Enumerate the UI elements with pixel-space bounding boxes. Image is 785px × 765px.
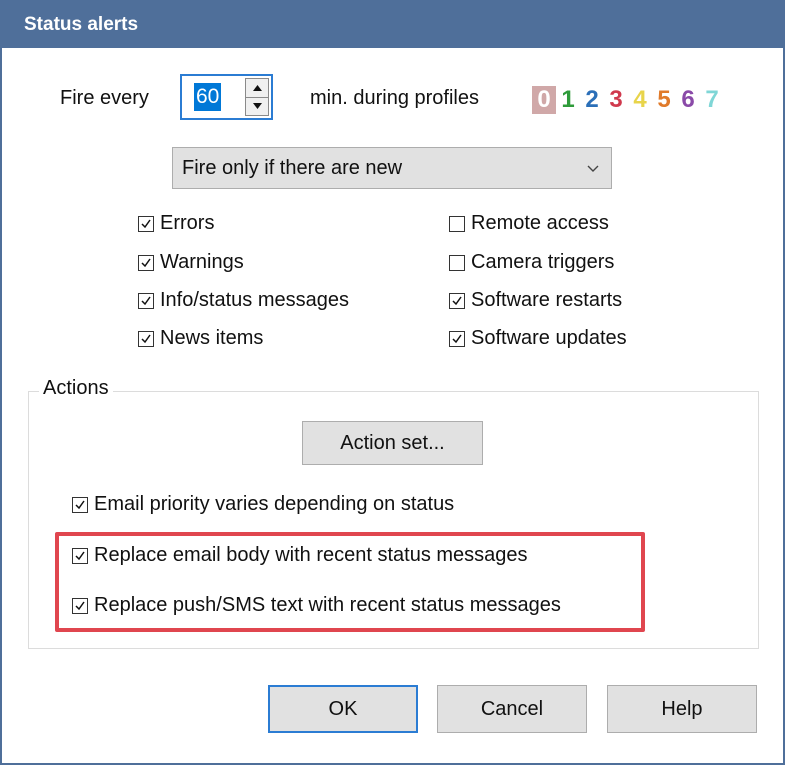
check-box bbox=[449, 330, 465, 347]
spinner-buttons bbox=[245, 78, 269, 116]
profile-4[interactable]: 4 bbox=[628, 86, 652, 114]
checkbox-camera-triggers[interactable]: Camera triggers bbox=[449, 251, 614, 274]
help-button[interactable]: Help bbox=[607, 685, 757, 733]
fire-condition-value: Fire only if there are new bbox=[182, 157, 403, 179]
profile-6[interactable]: 6 bbox=[676, 86, 700, 114]
checkbox-label: Email priority varies depending on statu… bbox=[94, 493, 455, 515]
checkbox-warnings[interactable]: Warnings bbox=[138, 251, 244, 274]
checkbox-label: Software updates bbox=[471, 327, 627, 349]
check-icon bbox=[141, 219, 151, 228]
check-box bbox=[449, 292, 465, 309]
check-box bbox=[449, 254, 465, 271]
window-title: Status alerts bbox=[2, 2, 783, 48]
checkbox-replace-push-sms[interactable]: Replace push/SMS text with recent status… bbox=[72, 594, 561, 617]
checkbox-label: Warnings bbox=[160, 251, 244, 273]
action-set-button[interactable]: Action set... bbox=[302, 421, 483, 465]
check-icon bbox=[75, 601, 85, 610]
check-icon bbox=[75, 551, 85, 560]
profiles-label: min. during profiles bbox=[310, 87, 479, 109]
check-box bbox=[72, 597, 88, 614]
check-icon bbox=[452, 334, 462, 343]
check-box bbox=[72, 547, 88, 564]
status-alerts-dialog: Status alerts Fire every 60 min. during … bbox=[0, 0, 785, 765]
check-box bbox=[72, 496, 88, 513]
check-box bbox=[138, 254, 154, 271]
checkbox-software-updates[interactable]: Software updates bbox=[449, 327, 627, 350]
checkbox-replace-email-body[interactable]: Replace email body with recent status me… bbox=[72, 544, 528, 567]
triangle-up-icon bbox=[252, 85, 262, 91]
check-box bbox=[449, 215, 465, 232]
fire-condition-dropdown[interactable]: Fire only if there are new bbox=[172, 147, 612, 189]
checkbox-label: Remote access bbox=[471, 212, 609, 234]
actions-group-title: Actions bbox=[39, 377, 113, 400]
cancel-button[interactable]: Cancel bbox=[437, 685, 587, 733]
profile-7[interactable]: 7 bbox=[700, 86, 724, 114]
checkbox-email-priority[interactable]: Email priority varies depending on statu… bbox=[72, 493, 454, 516]
checkbox-news-items[interactable]: News items bbox=[138, 327, 263, 350]
check-box bbox=[138, 330, 154, 347]
profile-selector: 0 1 2 3 4 5 6 7 bbox=[532, 86, 724, 114]
checkbox-software-restarts[interactable]: Software restarts bbox=[449, 289, 622, 312]
check-icon bbox=[141, 258, 151, 267]
fire-every-label: Fire every bbox=[60, 87, 149, 109]
check-icon bbox=[141, 334, 151, 343]
checkbox-label: Replace email body with recent status me… bbox=[94, 544, 528, 566]
spinner-up-button[interactable] bbox=[246, 79, 268, 98]
checkbox-info-status[interactable]: Info/status messages bbox=[138, 289, 349, 312]
profile-1[interactable]: 1 bbox=[556, 86, 580, 114]
fire-interval-value[interactable]: 60 bbox=[194, 83, 222, 111]
check-icon bbox=[452, 296, 462, 305]
checkbox-errors[interactable]: Errors bbox=[138, 212, 214, 235]
profile-0[interactable]: 0 bbox=[532, 86, 556, 114]
fire-interval-spinner[interactable]: 60 bbox=[180, 74, 273, 120]
profile-2[interactable]: 2 bbox=[580, 86, 604, 114]
checkbox-label: Camera triggers bbox=[471, 251, 615, 273]
check-icon bbox=[75, 500, 85, 509]
ok-button[interactable]: OK bbox=[268, 685, 418, 733]
check-icon bbox=[141, 296, 151, 305]
checkbox-label: Info/status messages bbox=[160, 289, 349, 311]
profile-5[interactable]: 5 bbox=[652, 86, 676, 114]
checkbox-label: Software restarts bbox=[471, 289, 623, 311]
checkbox-remote-access[interactable]: Remote access bbox=[449, 212, 609, 235]
check-box bbox=[138, 292, 154, 309]
triangle-down-icon bbox=[252, 103, 262, 109]
spinner-down-button[interactable] bbox=[246, 97, 268, 115]
profile-3[interactable]: 3 bbox=[604, 86, 628, 114]
chevron-down-icon bbox=[587, 165, 599, 172]
checkbox-label: Errors bbox=[160, 212, 215, 234]
checkbox-label: Replace push/SMS text with recent status… bbox=[94, 594, 561, 616]
check-box bbox=[138, 215, 154, 232]
checkbox-label: News items bbox=[160, 327, 264, 349]
